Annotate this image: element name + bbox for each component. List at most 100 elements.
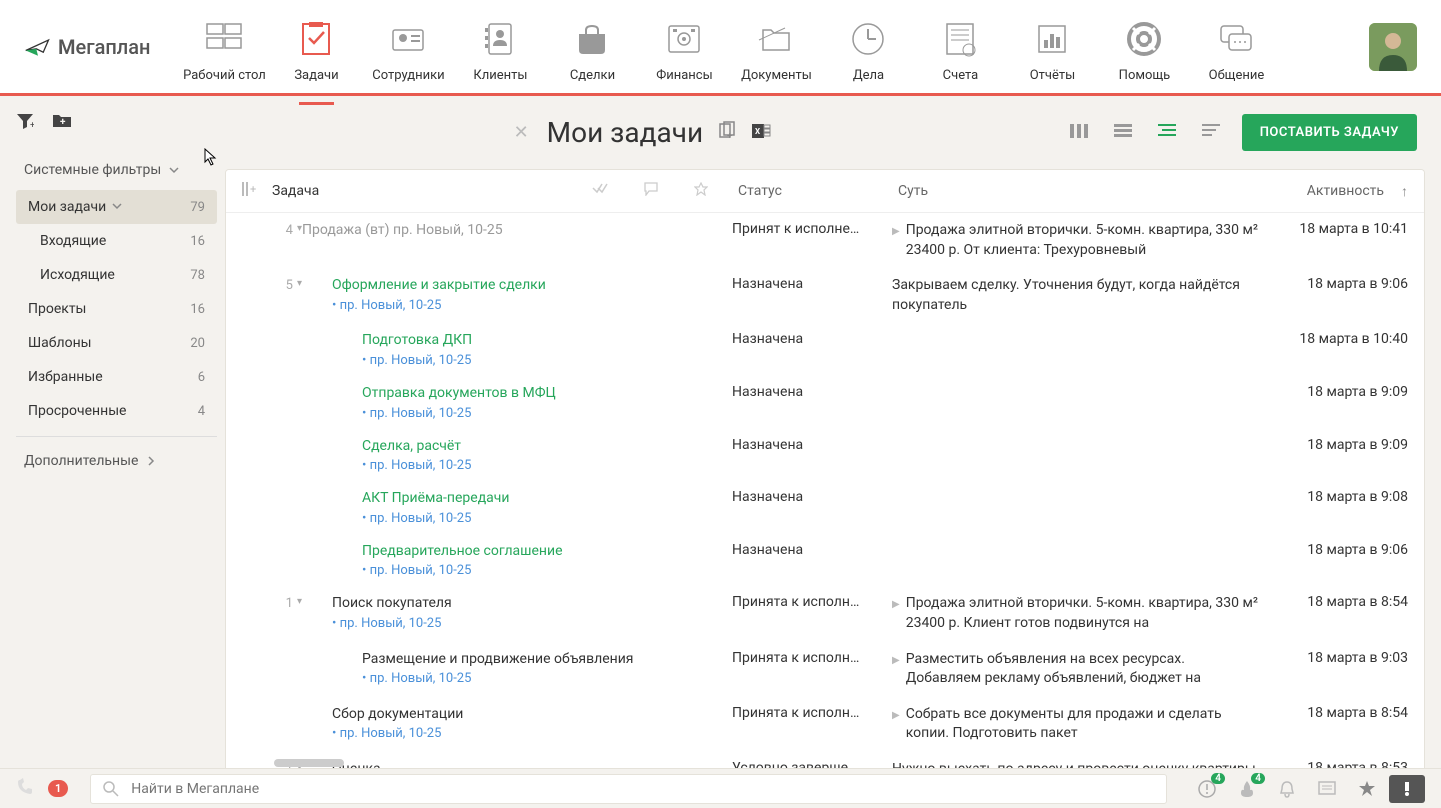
tree-cell xyxy=(242,650,302,689)
additional-filters[interactable]: Дополнительные xyxy=(16,445,217,477)
nav-help[interactable]: Помощь xyxy=(1100,10,1188,83)
task-essence: ▶Продажа элитной вторички. 5-комн. кварт… xyxy=(892,221,1258,260)
task-row[interactable]: 5▾ Оформление и закрытие сделки пр. Новый,… xyxy=(226,268,1424,323)
fire-icon[interactable]: 4 xyxy=(1229,775,1265,803)
nav-clients[interactable]: Клиенты xyxy=(456,10,544,83)
task-tag[interactable]: пр. Новый, 10-25 xyxy=(332,726,732,741)
task-row[interactable]: Предварительное соглашениепр. Новый, 10-… xyxy=(226,534,1424,587)
subtask-count: 4 xyxy=(286,223,293,238)
message-icon[interactable] xyxy=(1309,775,1345,803)
nav-accounts[interactable]: Счета xyxy=(916,10,1004,83)
nav-staff[interactable]: Сотрудники xyxy=(364,10,452,83)
tree-cell: 1▾ xyxy=(242,594,302,633)
create-task-button[interactable]: ПОСТАВИТЬ ЗАДАЧУ xyxy=(1242,114,1417,151)
task-essence xyxy=(892,489,1258,526)
col-activity[interactable]: Активность xyxy=(1244,183,1384,199)
tree-cell: 5▾ xyxy=(242,276,302,315)
view-hierarchy-icon[interactable] xyxy=(1198,120,1224,146)
col-task[interactable]: Задача xyxy=(272,183,592,199)
filter-label: Входящие xyxy=(40,233,106,249)
task-tag[interactable]: пр. Новый, 10-25 xyxy=(362,511,732,526)
logo-icon xyxy=(24,33,52,61)
filter-item[interactable]: Исходящие78 xyxy=(16,258,217,292)
task-title[interactable]: Размещение и продвижение объявления xyxy=(362,650,732,670)
nav-label: Финансы xyxy=(656,68,713,83)
filter-item[interactable]: Шаблоны20 xyxy=(16,326,217,360)
task-tag[interactable]: пр. Новый, 10-25 xyxy=(362,406,732,421)
search-input[interactable] xyxy=(131,781,1154,797)
logo[interactable]: Мегаплан xyxy=(24,33,150,61)
task-row[interactable]: АКТ Приёма-передачипр. Новый, 10-25Назна… xyxy=(226,481,1424,534)
filter-icon[interactable]: + xyxy=(16,112,34,134)
system-filters-header[interactable]: Системные фильтры xyxy=(16,154,217,186)
sort-icon[interactable]: ↑ xyxy=(1384,183,1408,200)
copy-icon[interactable]: + xyxy=(717,121,737,145)
nav-finance[interactable]: Финансы xyxy=(640,10,728,83)
task-row[interactable]: Подготовка ДКПпр. Новый, 10-25Назначена1… xyxy=(226,323,1424,376)
task-cell: Подготовка ДКП пр. Новый, 10-25 xyxy=(302,331,732,368)
col-status[interactable]: Статус xyxy=(738,183,898,199)
filter-item[interactable]: Мои задачи79 xyxy=(16,190,217,224)
task-row[interactable]: Сбор документациипр. Новый, 10-25Принята… xyxy=(226,697,1424,752)
nav-docs[interactable]: Документы xyxy=(732,10,820,83)
task-cell: Отправка документов в МФЦ пр. Новый, 10-2… xyxy=(302,384,732,421)
tree-cell xyxy=(242,542,302,579)
nav-label: Отчёты xyxy=(1030,68,1075,83)
alert-icon[interactable]: 4 xyxy=(1189,775,1225,803)
col-comment-icon[interactable] xyxy=(644,182,658,200)
task-row[interactable]: Размещение и продвижение объявленияпр. Н… xyxy=(226,642,1424,697)
task-row[interactable]: Отправка документов в МФЦ пр. Новый, 10-2… xyxy=(226,376,1424,429)
collapse-sidebar-icon[interactable]: ✕ xyxy=(514,122,529,143)
bell-icon[interactable] xyxy=(1269,775,1305,803)
filter-count: 78 xyxy=(190,268,205,283)
filter-item[interactable]: Избранные6 xyxy=(16,360,217,394)
task-tag[interactable]: пр. Новый, 10-25 xyxy=(332,616,732,631)
col-star-icon[interactable] xyxy=(694,182,708,200)
nav-label: Сотрудники xyxy=(372,68,444,83)
task-status: Назначена xyxy=(732,276,892,315)
nav-affairs[interactable]: Дела xyxy=(824,10,912,83)
view-tree-icon[interactable] xyxy=(1154,120,1180,146)
star-nav-icon[interactable] xyxy=(1349,775,1385,803)
col-check-icon[interactable] xyxy=(592,182,608,200)
nav-tasks[interactable]: Задачи xyxy=(272,10,360,83)
task-title[interactable]: Предварительное соглашение xyxy=(362,542,732,562)
filter-item[interactable]: Просроченные4 xyxy=(16,394,217,428)
task-tag[interactable]: пр. Новый, 10-25 xyxy=(362,563,732,578)
folder-add-icon[interactable]: + xyxy=(52,113,72,133)
task-title[interactable]: Продажа (вт) пр. Новый, 10-25 xyxy=(302,221,732,241)
nav-chat[interactable]: Общение xyxy=(1192,10,1280,83)
task-title[interactable]: Оформление и закрытие сделки xyxy=(332,276,732,296)
reports-icon xyxy=(1031,18,1073,60)
excel-export-icon[interactable]: X xyxy=(751,121,771,145)
nav-reports[interactable]: Отчёты xyxy=(1008,10,1096,83)
view-list-icon[interactable] xyxy=(1110,120,1136,146)
col-essence[interactable]: Суть xyxy=(898,183,1244,199)
nav-deals[interactable]: Сделки xyxy=(548,10,636,83)
task-title[interactable]: Подготовка ДКП xyxy=(362,331,732,351)
global-search[interactable] xyxy=(90,774,1167,804)
task-title[interactable]: Поиск покупателя xyxy=(332,594,732,614)
task-tag[interactable]: пр. Новый, 10-25 xyxy=(362,458,732,473)
horizontal-scrollbar[interactable] xyxy=(250,758,1425,768)
filter-count: 16 xyxy=(190,302,205,317)
user-avatar[interactable] xyxy=(1369,23,1417,71)
view-columns-icon[interactable] xyxy=(1066,120,1092,146)
priority-icon[interactable] xyxy=(1389,775,1425,803)
task-tag[interactable]: пр. Новый, 10-25 xyxy=(362,671,732,686)
tree-cell xyxy=(242,437,302,474)
expand-all-icon[interactable]: + xyxy=(242,182,272,200)
task-row[interactable]: 1▾Поиск покупателяпр. Новый, 10-25Принят… xyxy=(226,586,1424,641)
nav-desktop[interactable]: Рабочий стол xyxy=(180,10,268,83)
task-title[interactable]: Отправка документов в МФЦ xyxy=(362,384,732,404)
task-row[interactable]: 4▾Продажа (вт) пр. Новый, 10-25Принят к … xyxy=(226,213,1424,268)
filter-item[interactable]: Входящие16 xyxy=(16,224,217,258)
task-title[interactable]: Сбор документации xyxy=(332,705,732,725)
task-tag[interactable]: пр. Новый, 10-25 xyxy=(332,298,732,313)
task-title[interactable]: АКТ Приёма-передачи xyxy=(362,489,732,509)
task-tag[interactable]: пр. Новый, 10-25 xyxy=(362,353,732,368)
task-title[interactable]: Сделка, расчёт xyxy=(362,437,732,457)
filter-item[interactable]: Проекты16 xyxy=(16,292,217,326)
task-row[interactable]: Сделка, расчётпр. Новый, 10-25Назначена1… xyxy=(226,429,1424,482)
phone-icon[interactable] xyxy=(16,778,34,800)
